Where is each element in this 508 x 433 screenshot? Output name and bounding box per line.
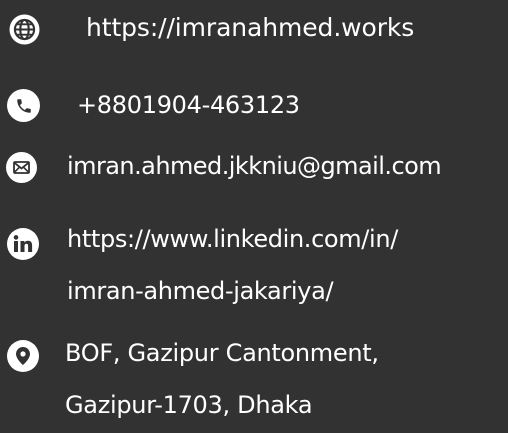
website-link[interactable]: https://imranahmed.works [86,0,414,56]
linkedin-icon [7,228,39,260]
location-pin-icon [7,340,39,372]
phone-icon [7,89,40,122]
envelope-icon [6,152,37,183]
address-line-1: BOF, Gazipur Cantonment, [65,339,379,367]
linkedin-url-line-2[interactable]: imran-ahmed-jakariya/ [67,263,334,319]
linkedin-url-line-1[interactable]: https://www.linkedin.com/in/ [67,211,398,267]
globe-icon [9,14,40,45]
email-address[interactable]: imran.ahmed.jkkniu@gmail.com [67,138,442,194]
address-line-2: Gazipur-1703, Dhaka [65,391,313,419]
phone-number[interactable]: +8801904-463123 [77,77,300,133]
